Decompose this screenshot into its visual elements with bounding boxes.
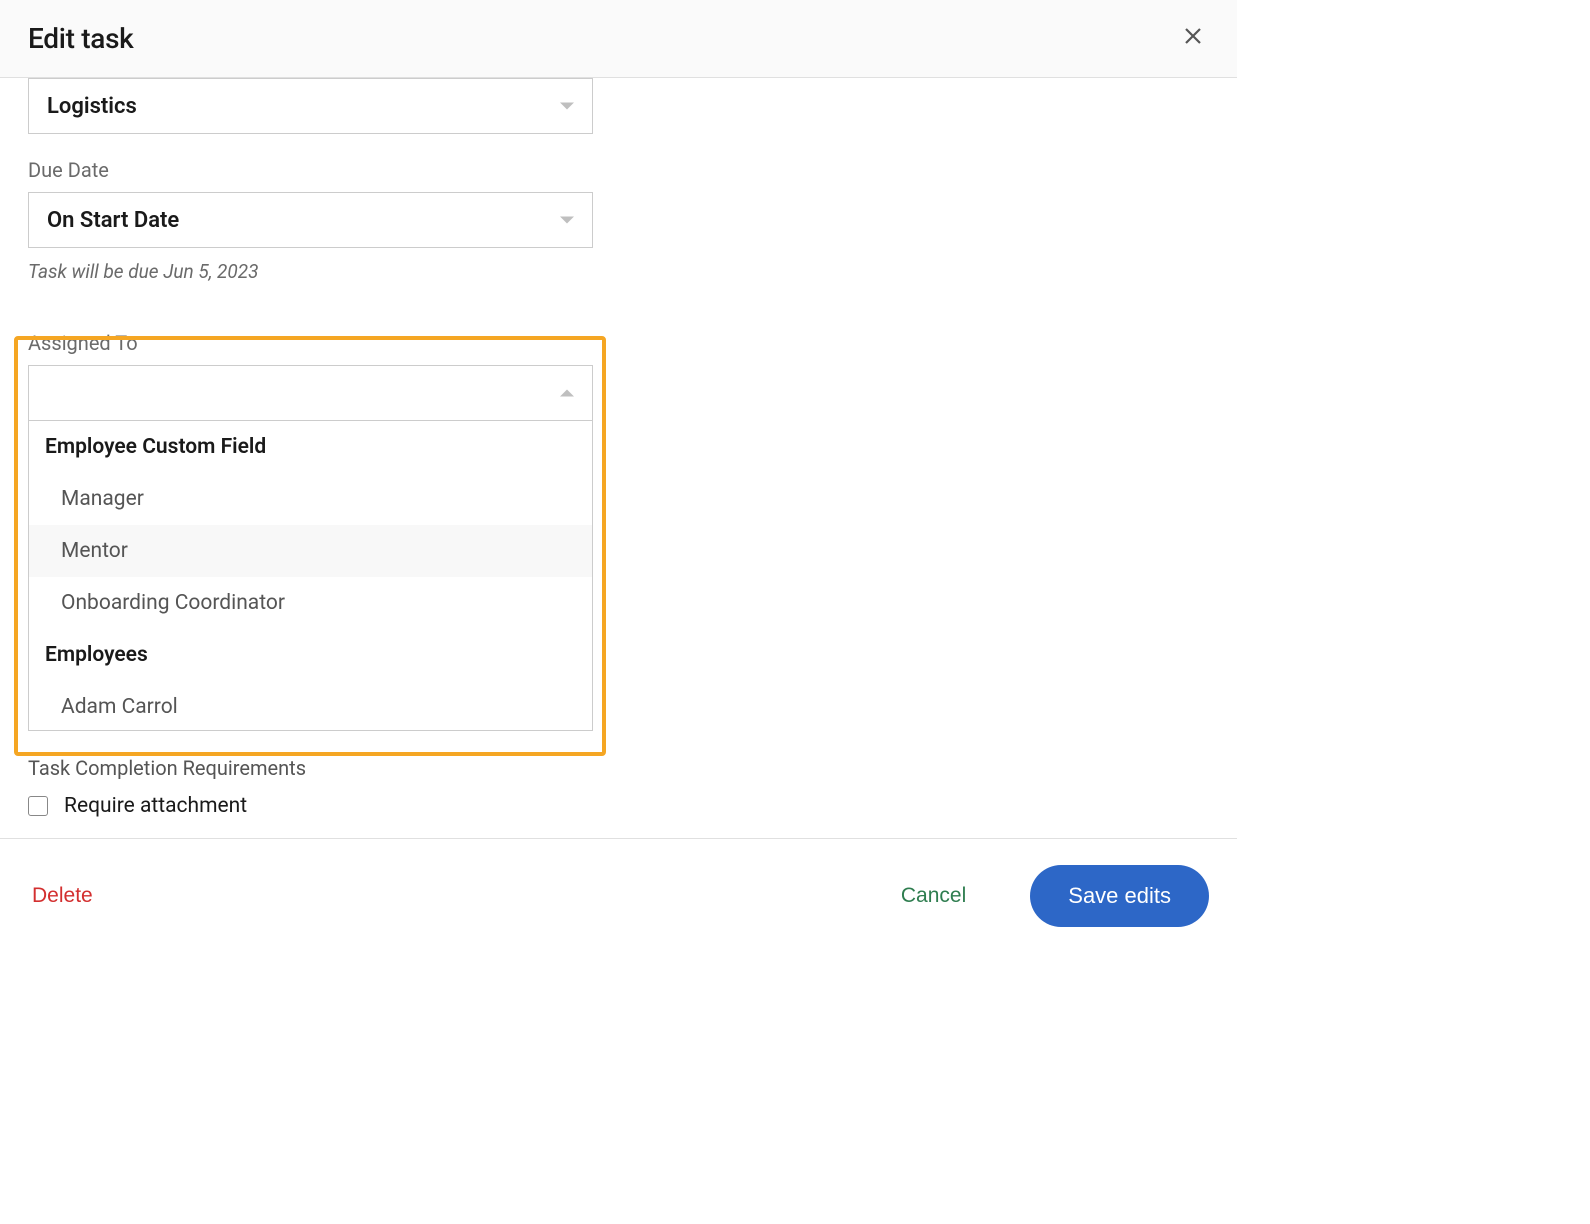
modal-header: Edit task <box>0 0 1237 78</box>
task-requirements-field: Task Completion Requirements Require att… <box>28 756 306 818</box>
save-button[interactable]: Save edits <box>1030 865 1209 927</box>
assigned-to-select[interactable] <box>28 365 593 421</box>
dropdown-option-onboarding-coordinator[interactable]: Onboarding Coordinator <box>29 577 592 629</box>
category-select-value: Logistics <box>47 94 137 119</box>
due-date-helper: Task will be due Jun 5, 2023 <box>28 260 593 283</box>
footer-right: Cancel Save edits <box>897 865 1209 927</box>
require-attachment-checkbox[interactable] <box>28 796 48 816</box>
chevron-up-icon <box>560 390 574 397</box>
dropdown-option-adam-carrol[interactable]: Adam Carrol <box>29 681 592 731</box>
dropdown-option-mentor[interactable]: Mentor <box>29 525 592 577</box>
assigned-to-field: Assigned To Employee Custom Field Manage… <box>28 331 593 731</box>
assigned-to-dropdown: Employee Custom Field Manager Mentor Onb… <box>28 421 593 731</box>
modal-body: Logistics Due Date On Start Date Task wi… <box>0 78 1237 838</box>
assigned-to-label: Assigned To <box>28 331 593 355</box>
chevron-down-icon <box>560 217 574 224</box>
modal-footer: Delete Cancel Save edits <box>0 838 1237 953</box>
close-icon <box>1181 23 1205 54</box>
chevron-down-icon <box>560 103 574 110</box>
cancel-button[interactable]: Cancel <box>897 876 970 916</box>
dropdown-group-header: Employee Custom Field <box>29 421 592 473</box>
edit-task-modal: Edit task Logistics Due Date On Start Da… <box>0 0 1237 953</box>
close-button[interactable] <box>1177 20 1209 57</box>
task-requirements-label: Task Completion Requirements <box>28 756 306 780</box>
require-attachment-label: Require attachment <box>64 794 247 818</box>
due-date-select-value: On Start Date <box>47 208 179 233</box>
due-date-field: Due Date On Start Date Task will be due … <box>28 158 593 283</box>
due-date-label: Due Date <box>28 158 593 182</box>
category-select[interactable]: Logistics <box>28 78 593 134</box>
dropdown-group-header: Employees <box>29 629 592 681</box>
due-date-select[interactable]: On Start Date <box>28 192 593 248</box>
require-attachment-row: Require attachment <box>28 794 306 818</box>
modal-title: Edit task <box>28 22 134 55</box>
delete-button[interactable]: Delete <box>28 876 97 916</box>
category-field: Logistics <box>28 78 593 134</box>
dropdown-option-manager[interactable]: Manager <box>29 473 592 525</box>
